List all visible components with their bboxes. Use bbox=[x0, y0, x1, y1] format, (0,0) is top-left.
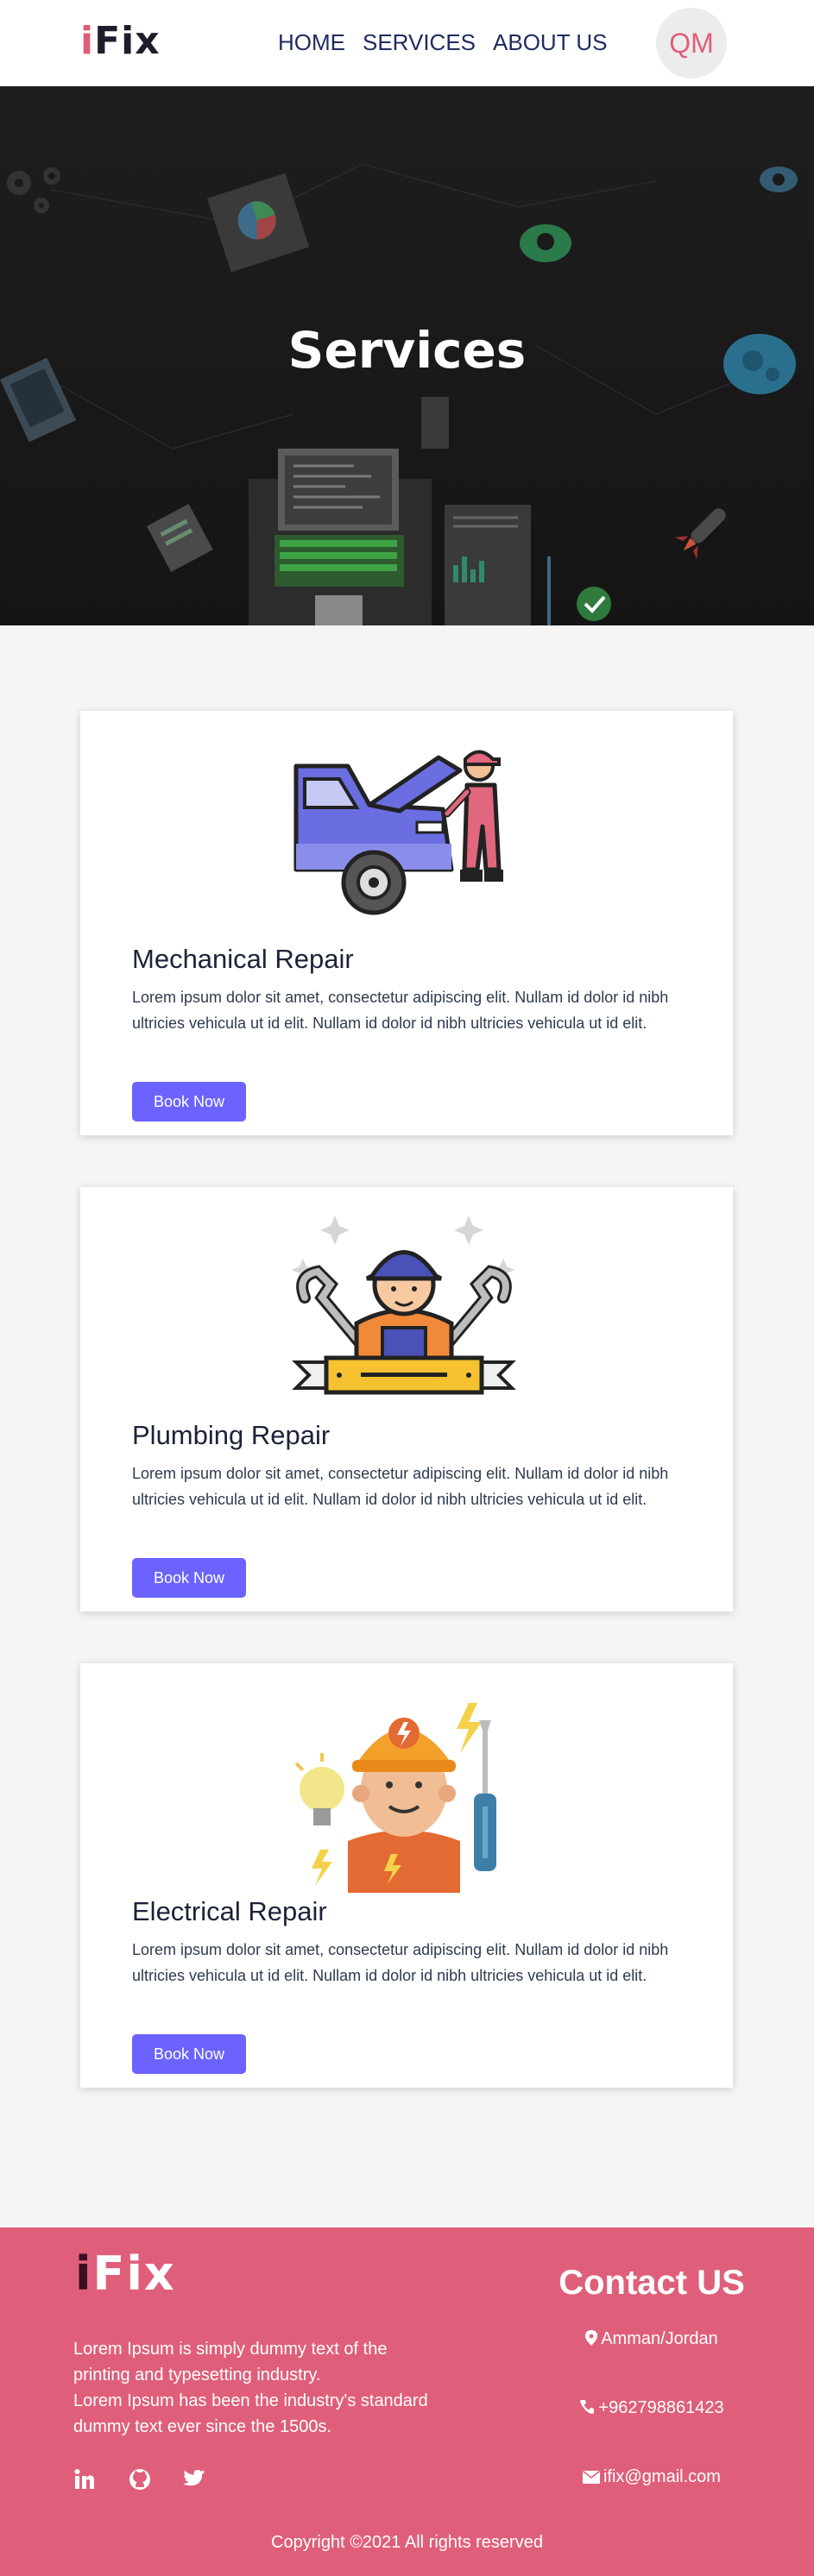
logo-fix: Fix bbox=[94, 19, 161, 63]
electrician-icon bbox=[294, 1703, 496, 1893]
navbar: iFix HOME SERVICES ABOUT US QM bbox=[0, 0, 814, 86]
avatar[interactable]: QM bbox=[656, 8, 727, 79]
logo[interactable]: iFix bbox=[80, 19, 161, 63]
map-marker-icon bbox=[585, 2330, 598, 2351]
footer-description-line-2: Lorem Ipsum has been the industry's stan… bbox=[73, 2391, 428, 2436]
phone-icon bbox=[579, 2399, 595, 2420]
service-title: Mechanical Repair bbox=[132, 944, 354, 974]
hero-title: Services bbox=[287, 321, 527, 380]
location-text: Amman/Jordan bbox=[601, 2329, 718, 2348]
service-title: Plumbing Repair bbox=[132, 1420, 331, 1450]
github-icon[interactable] bbox=[127, 2466, 153, 2492]
footer: iFix Lorem Ipsum is simply dummy text of… bbox=[0, 2227, 814, 2576]
social-links bbox=[72, 2466, 208, 2492]
nav-home[interactable]: HOME bbox=[278, 29, 345, 56]
book-now-button[interactable]: Book Now bbox=[132, 1082, 246, 1122]
contact-title: Contact US bbox=[558, 2264, 745, 2302]
service-description: Lorem ipsum dolor sit amet, consectetur … bbox=[132, 989, 669, 1032]
twitter-icon[interactable] bbox=[182, 2466, 208, 2492]
book-now-button[interactable]: Book Now bbox=[132, 2034, 246, 2074]
service-description: Lorem ipsum dolor sit amet, consectetur … bbox=[132, 1465, 669, 1508]
card-image bbox=[80, 740, 733, 939]
contact-email: ifix@gmail.com bbox=[535, 2467, 768, 2489]
footer-logo-i: i bbox=[75, 2246, 93, 2301]
email-text[interactable]: ifix@gmail.com bbox=[603, 2467, 721, 2486]
service-card-mechanical: Mechanical Repair Lorem ipsum dolor sit … bbox=[80, 711, 733, 1135]
footer-logo-fix: Fix bbox=[92, 2246, 176, 2301]
card-image bbox=[80, 1203, 733, 1401]
service-card-plumbing: Plumbing Repair Lorem ipsum dolor sit am… bbox=[80, 1187, 733, 1612]
copyright: Copyright ©2021 All rights reserved bbox=[271, 2533, 543, 2552]
phone-text[interactable]: +962798861423 bbox=[598, 2398, 723, 2417]
footer-logo[interactable]: iFix bbox=[75, 2246, 176, 2301]
contact-location: Amman/Jordan bbox=[535, 2329, 768, 2351]
contact-phone: +962798861423 bbox=[535, 2398, 768, 2420]
card-image bbox=[80, 1677, 733, 1893]
footer-description: Lorem Ipsum is simply dummy text of the … bbox=[73, 2336, 436, 2440]
service-card-electrical: Electrical Repair Lorem ipsum dolor sit … bbox=[80, 1663, 733, 2088]
service-description: Lorem ipsum dolor sit amet, consectetur … bbox=[132, 1941, 669, 1984]
hero-banner: Services bbox=[0, 86, 814, 625]
footer-description-line-1: Lorem Ipsum is simply dummy text of the … bbox=[73, 2340, 388, 2384]
page: iFix HOME SERVICES ABOUT US QM Services … bbox=[0, 0, 814, 2576]
service-title: Electrical Repair bbox=[132, 1896, 327, 1926]
nav-about-us[interactable]: ABOUT US bbox=[493, 29, 607, 56]
plumber-icon bbox=[292, 1216, 516, 1395]
linkedin-icon[interactable] bbox=[72, 2466, 98, 2492]
book-now-button[interactable]: Book Now bbox=[132, 1558, 246, 1598]
car-mechanic-icon bbox=[293, 750, 503, 915]
main-nav: HOME SERVICES ABOUT US bbox=[278, 29, 607, 56]
logo-i: i bbox=[80, 19, 95, 63]
nav-services[interactable]: SERVICES bbox=[363, 29, 476, 56]
envelope-icon bbox=[583, 2469, 601, 2489]
